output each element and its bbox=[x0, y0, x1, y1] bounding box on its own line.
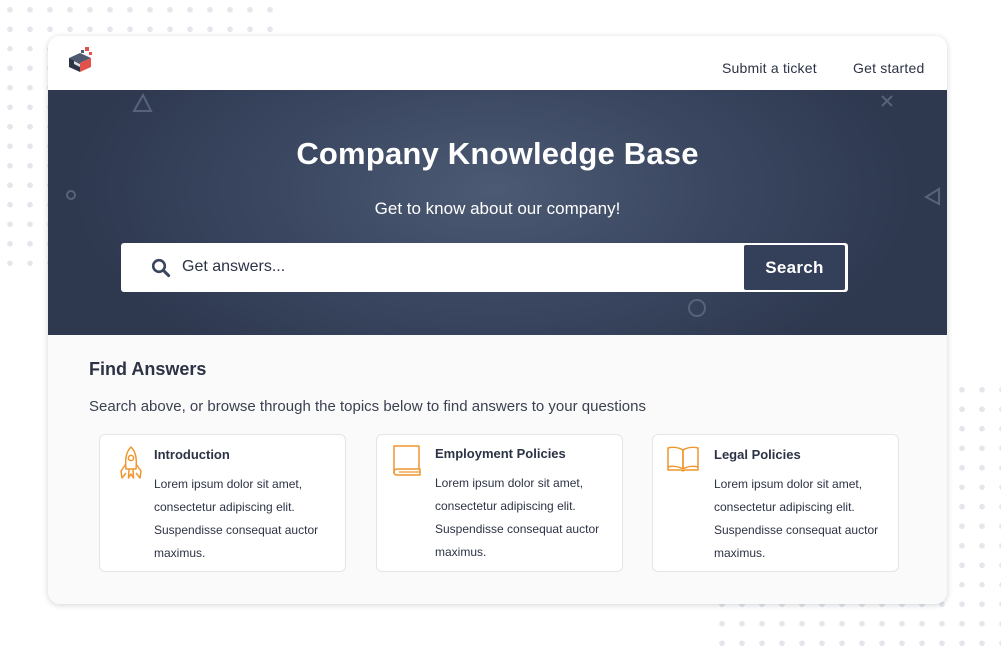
rocket-icon bbox=[120, 446, 142, 479]
find-answers-section: Find Answers Search above, or browse thr… bbox=[48, 335, 947, 604]
search-button[interactable]: Search bbox=[744, 245, 845, 290]
topic-card-employment-policies[interactable]: Employment Policies Lorem ipsum dolor si… bbox=[376, 434, 623, 572]
open-book-icon bbox=[667, 446, 699, 472]
search-icon bbox=[151, 258, 171, 278]
topic-title: Employment Policies bbox=[435, 446, 566, 461]
search-bar: Search bbox=[121, 243, 848, 292]
get-started-link[interactable]: Get started bbox=[853, 60, 924, 76]
hero-banner: Company Knowledge Base Get to know about… bbox=[48, 90, 947, 335]
company-logo[interactable] bbox=[66, 46, 94, 76]
topic-description: Lorem ipsum dolor sit amet, consectetur … bbox=[154, 477, 319, 560]
topic-title: Legal Policies bbox=[714, 447, 801, 462]
submit-ticket-link[interactable]: Submit a ticket bbox=[722, 60, 817, 76]
hero-subtitle: Get to know about our company! bbox=[374, 199, 621, 218]
topic-card-introduction[interactable]: Introduction Lorem ipsum dolor sit amet,… bbox=[99, 434, 346, 572]
topic-title: Introduction bbox=[154, 447, 230, 462]
top-navigation: Submit a ticket Get started bbox=[48, 36, 947, 90]
search-input[interactable] bbox=[182, 253, 737, 281]
book-icon bbox=[393, 445, 421, 476]
section-title: Find Answers bbox=[89, 359, 207, 379]
knowledge-base-window: Submit a ticket Get started Company Know… bbox=[48, 36, 947, 604]
topic-description: Lorem ipsum dolor sit amet, consectetur … bbox=[435, 476, 600, 559]
topic-description: Lorem ipsum dolor sit amet, consectetur … bbox=[714, 477, 879, 560]
topic-card-legal-policies[interactable]: Legal Policies Lorem ipsum dolor sit ame… bbox=[652, 434, 899, 572]
section-subtitle: Search above, or browse through the topi… bbox=[89, 398, 646, 415]
hero-title: Company Knowledge Base bbox=[296, 136, 699, 171]
